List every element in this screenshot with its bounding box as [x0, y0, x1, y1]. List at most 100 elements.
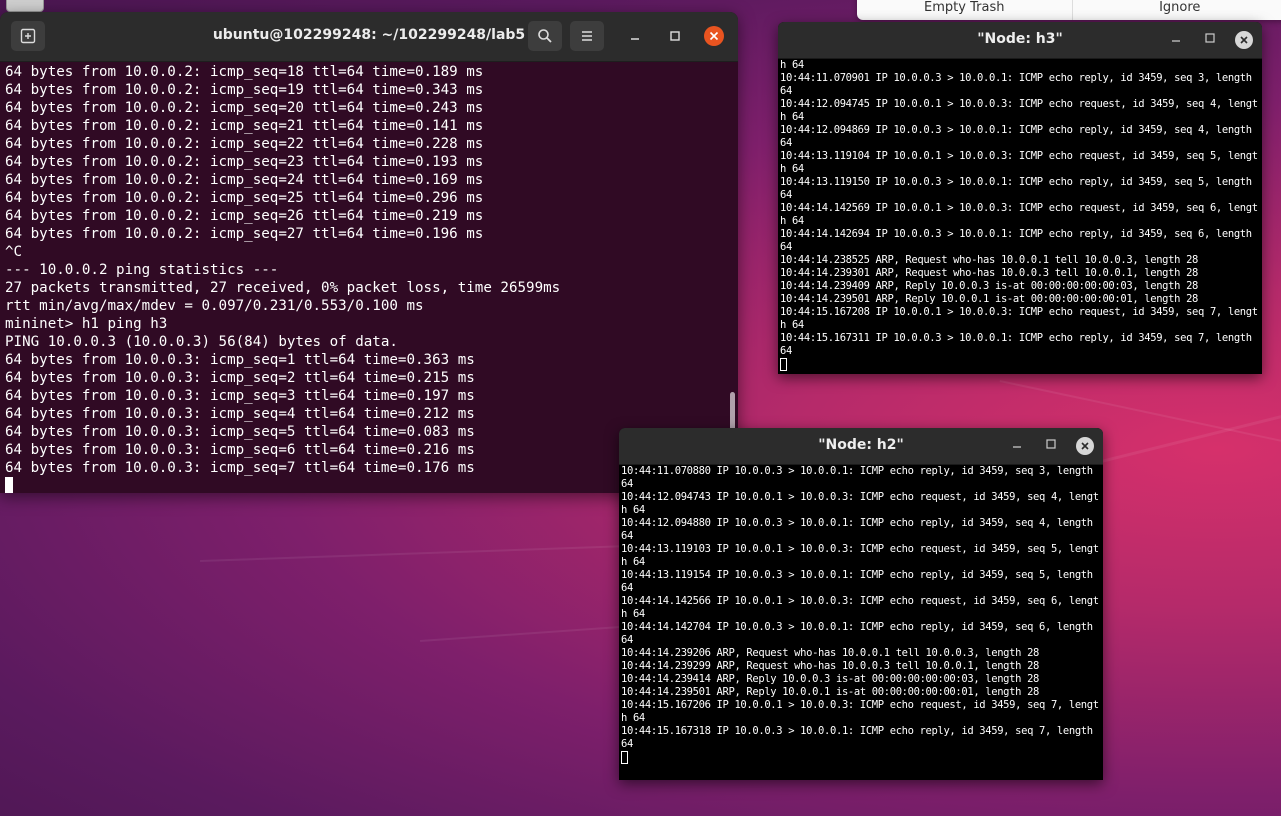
text-cursor [621, 751, 628, 764]
output-line: h 64 [621, 608, 645, 620]
output-line: 64 [780, 137, 792, 149]
node-h2-window[interactable]: "Node: h2" 10:44:11.070880 IP 10.0.0.3 >… [619, 428, 1103, 780]
output-line: 64 bytes from 10.0.0.2: icmp_seq=21 ttl=… [5, 118, 484, 134]
output-line: 10:44:15.167206 IP 10.0.0.1 > 10.0.0.3: … [621, 699, 1099, 711]
output-line: 10:44:13.119103 IP 10.0.0.1 > 10.0.0.3: … [621, 543, 1099, 555]
output-line: 64 bytes from 10.0.0.2: icmp_seq=24 ttl=… [5, 172, 484, 188]
close-button[interactable] [1235, 31, 1253, 49]
minimize-button[interactable] [625, 27, 645, 47]
minimize-button[interactable] [1167, 31, 1185, 49]
output-line: 64 [621, 634, 633, 646]
close-button[interactable] [1076, 437, 1094, 455]
output-line: 64 [621, 738, 633, 750]
node-h3-title: "Node: h3" [977, 31, 1063, 47]
node-h2-output[interactable]: 10:44:11.070880 IP 10.0.0.3 > 10.0.0.1: … [619, 465, 1103, 764]
output-line: 64 bytes from 10.0.0.2: icmp_seq=18 ttl=… [5, 64, 484, 80]
output-line: 64 bytes from 10.0.0.3: icmp_seq=2 ttl=6… [5, 370, 475, 386]
close-button[interactable] [704, 26, 724, 46]
output-line: rtt min/avg/max/mdev = 0.097/0.231/0.553… [5, 298, 424, 314]
output-line: 64 bytes from 10.0.0.3: icmp_seq=3 ttl=6… [5, 388, 475, 404]
output-line: 10:44:14.142566 IP 10.0.0.1 > 10.0.0.3: … [621, 595, 1099, 607]
output-line: 10:44:14.239501 ARP, Reply 10.0.0.1 is-a… [621, 686, 1040, 698]
output-line: h 64 [621, 556, 645, 568]
search-button[interactable] [528, 21, 562, 51]
close-icon [1240, 36, 1248, 44]
minimize-icon [631, 38, 639, 40]
maximize-button[interactable] [1201, 31, 1219, 49]
output-line: 10:44:14.142569 IP 10.0.0.1 > 10.0.0.3: … [780, 202, 1258, 214]
node-h2-header: "Node: h2" [619, 428, 1103, 465]
output-line: 10:44:14.239409 ARP, Reply 10.0.0.3 is-a… [780, 280, 1199, 292]
text-cursor [780, 358, 787, 371]
output-line: 10:44:11.070901 IP 10.0.0.3 > 10.0.0.1: … [780, 72, 1252, 84]
trash-notification: Empty Trash Ignore [857, 0, 1281, 20]
output-line: 10:44:15.167311 IP 10.0.0.3 > 10.0.0.1: … [780, 332, 1252, 344]
output-line: 64 [780, 189, 792, 201]
output-line: 10:44:12.094743 IP 10.0.0.1 > 10.0.0.3: … [621, 491, 1099, 503]
main-terminal-window[interactable]: ubuntu@102299248: ~/102299248/lab5 64 by… [0, 12, 738, 493]
output-line: 10:44:14.239414 ARP, Reply 10.0.0.3 is-a… [621, 673, 1040, 685]
close-icon [1081, 442, 1089, 450]
output-line: 64 bytes from 10.0.0.2: icmp_seq=23 ttl=… [5, 154, 484, 170]
output-line: 64 [780, 85, 792, 97]
minimize-icon [1013, 446, 1021, 448]
output-line: 10:44:14.142694 IP 10.0.0.3 > 10.0.0.1: … [780, 228, 1252, 240]
output-line: 10:44:12.094745 IP 10.0.0.1 > 10.0.0.3: … [780, 98, 1258, 110]
empty-trash-button[interactable]: Empty Trash [857, 0, 1073, 20]
output-line: 10:44:13.119154 IP 10.0.0.3 > 10.0.0.1: … [621, 569, 1093, 581]
output-line: 10:44:13.119150 IP 10.0.0.3 > 10.0.0.1: … [780, 176, 1252, 188]
output-line: 64 bytes from 10.0.0.3: icmp_seq=1 ttl=6… [5, 352, 475, 368]
output-line: --- 10.0.0.2 ping statistics --- [5, 262, 279, 278]
hamburger-icon [582, 31, 592, 41]
prompt-line [780, 358, 1260, 371]
output-line: 10:44:14.239301 ARP, Request who-has 10.… [780, 267, 1199, 279]
output-line: 27 packets transmitted, 27 received, 0% … [5, 280, 561, 296]
output-line: 64 [621, 582, 633, 594]
output-line: 10:44:14.238525 ARP, Request who-has 10.… [780, 254, 1199, 266]
output-line: 64 bytes from 10.0.0.2: icmp_seq=27 ttl=… [5, 226, 484, 242]
ignore-button[interactable]: Ignore [1073, 0, 1281, 20]
prompt-line [621, 751, 1101, 764]
output-line: 10:44:14.239299 ARP, Request who-has 10.… [621, 660, 1040, 672]
node-h3-output[interactable]: h 64 10:44:11.070901 IP 10.0.0.3 > 10.0.0… [778, 59, 1262, 371]
minimize-icon [1172, 40, 1180, 42]
output-line: 64 bytes from 10.0.0.2: icmp_seq=20 ttl=… [5, 100, 484, 116]
node-h2-title: "Node: h2" [818, 437, 904, 453]
output-line: h 64 [621, 712, 645, 724]
output-line: 64 bytes from 10.0.0.3: icmp_seq=4 ttl=6… [5, 406, 475, 422]
output-line: 64 bytes from 10.0.0.2: icmp_seq=26 ttl=… [5, 208, 484, 224]
trash-icon[interactable] [6, 0, 44, 12]
output-line: 64 [621, 478, 633, 490]
maximize-button[interactable] [665, 27, 685, 47]
output-line: 64 [621, 530, 633, 542]
search-icon [538, 29, 552, 43]
output-line: 10:44:13.119104 IP 10.0.0.1 > 10.0.0.3: … [780, 150, 1258, 162]
output-line: h 64 [780, 59, 804, 71]
output-line: ^C [5, 244, 23, 260]
output-line: 10:44:14.142704 IP 10.0.0.3 > 10.0.0.1: … [621, 621, 1093, 633]
output-line: h 64 [780, 163, 804, 175]
maximize-icon [670, 31, 680, 41]
text-cursor [5, 477, 13, 493]
close-icon [709, 31, 719, 41]
output-line: 10:44:15.167318 IP 10.0.0.3 > 10.0.0.1: … [621, 725, 1093, 737]
output-line: h 64 [780, 319, 804, 331]
output-line: h 64 [780, 111, 804, 123]
output-line: 10:44:11.070880 IP 10.0.0.3 > 10.0.0.1: … [621, 465, 1093, 477]
output-line: h 64 [621, 504, 645, 516]
maximize-button[interactable] [1042, 437, 1060, 455]
terminal-header: ubuntu@102299248: ~/102299248/lab5 [0, 12, 738, 62]
output-line: 64 bytes from 10.0.0.2: icmp_seq=25 ttl=… [5, 190, 484, 206]
output-line: 64 [780, 241, 792, 253]
maximize-icon [1205, 33, 1215, 43]
output-line: 10:44:14.239206 ARP, Request who-has 10.… [621, 647, 1040, 659]
output-line: h 64 [780, 215, 804, 227]
node-h3-header: "Node: h3" [778, 22, 1262, 59]
menu-button[interactable] [570, 21, 604, 51]
output-line: 10:44:14.239501 ARP, Reply 10.0.0.1 is-a… [780, 293, 1199, 305]
output-line: PING 10.0.0.3 (10.0.0.3) 56(84) bytes of… [5, 334, 398, 350]
minimize-button[interactable] [1008, 437, 1026, 455]
output-line: 10:44:12.094880 IP 10.0.0.3 > 10.0.0.1: … [621, 517, 1093, 529]
node-h3-window[interactable]: "Node: h3" h 64 10:44:11.070901 IP 10.0.0… [778, 22, 1262, 374]
output-line: 10:44:12.094869 IP 10.0.0.3 > 10.0.0.1: … [780, 124, 1252, 136]
